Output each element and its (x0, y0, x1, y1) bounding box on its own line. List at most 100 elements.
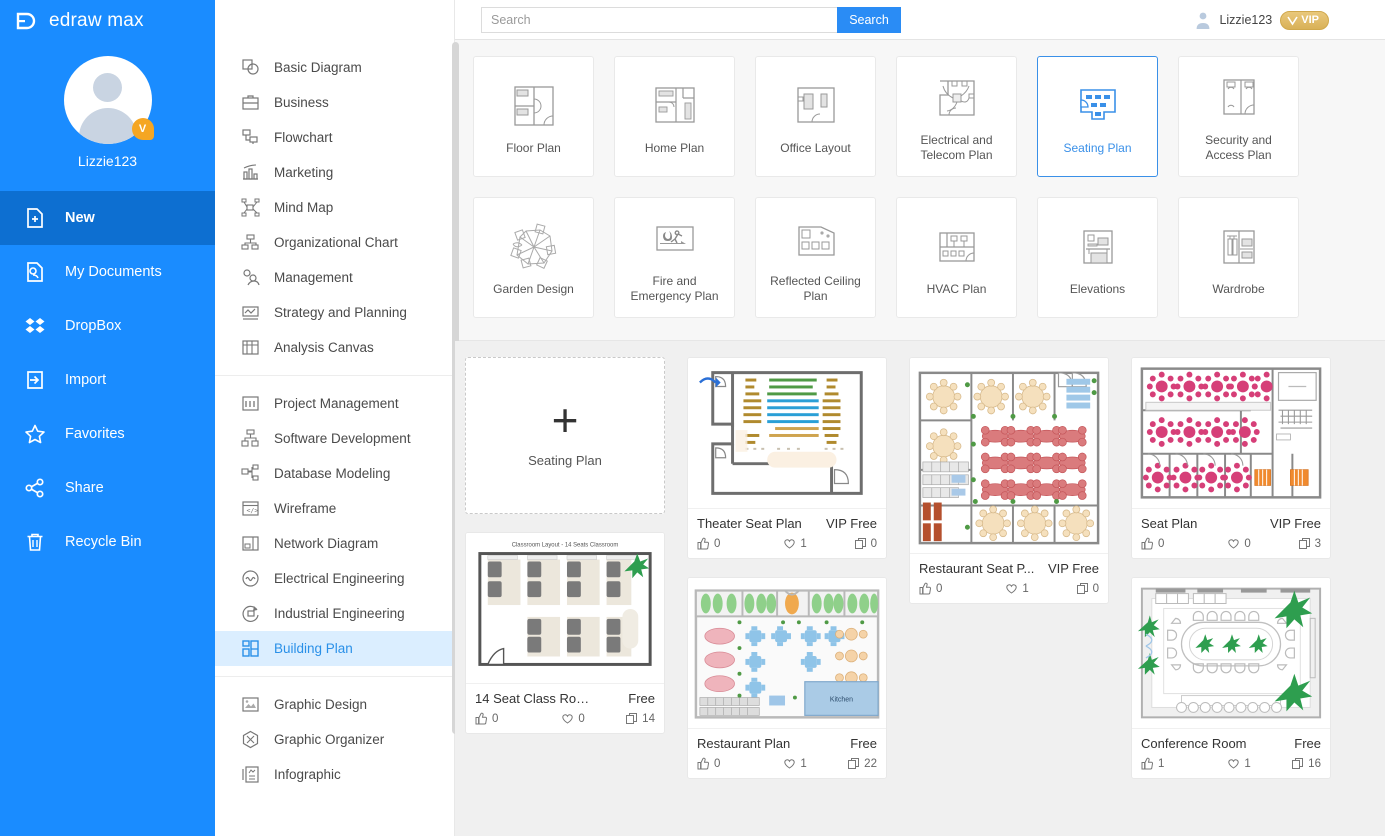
sidebar-item-label: Recycle Bin (65, 534, 142, 550)
template-card-seating-plan[interactable]: Seating Plan (1037, 56, 1158, 177)
category-analysis-canvas[interactable]: Analysis Canvas (215, 330, 454, 365)
sidebar-item-label: DropBox (65, 318, 122, 334)
bar-chart-icon (241, 163, 260, 182)
template-card-hvac-plan[interactable]: HVAC Plan (896, 197, 1017, 318)
thumbs-up-icon (1141, 537, 1154, 550)
category-panel: Basic Diagram Business Flowchart Marketi… (215, 0, 459, 836)
heart-stat[interactable]: 1 (783, 757, 842, 770)
heart-count: 0 (578, 712, 585, 725)
sidebar-item-favorites[interactable]: Favorites (0, 407, 215, 461)
category-industrial-engineering[interactable]: Industrial Engineering (215, 596, 454, 631)
template-label: Wardrobe (1212, 281, 1265, 296)
gallery-card-restaurant-plan[interactable]: Kitchen Restaurant Plan Free 0 1 22 (687, 577, 887, 779)
category-infographic[interactable]: Infographic (215, 757, 454, 792)
heart-stat[interactable]: 0 (561, 712, 620, 725)
category-graphic-organizer[interactable]: Graphic Organizer (215, 722, 454, 757)
kitchen-label: Kitchen (830, 697, 853, 704)
copy-stat[interactable]: 22 (843, 757, 877, 770)
analysis-canvas-icon (241, 338, 260, 357)
category-organizational-chart[interactable]: Organizational Chart (215, 225, 454, 260)
gallery-card-meta: Restaurant Seat P... VIP Free 0 1 0 (910, 553, 1108, 603)
sidebar-item-share[interactable]: Share (0, 461, 215, 515)
electrical-engineering-icon (241, 569, 260, 588)
gallery-column-2: Theater Seat Plan VIP Free 0 1 0 Kitchen… (687, 357, 887, 779)
template-label: Seating Plan (1063, 140, 1132, 155)
search-bar: Search (481, 6, 901, 33)
category-mind-map[interactable]: Mind Map (215, 190, 454, 225)
copy-stat[interactable]: 0 (1065, 582, 1099, 595)
template-card-security-access-plan[interactable]: Security and Access Plan (1178, 56, 1299, 177)
category-building-plan[interactable]: Building Plan (215, 631, 454, 666)
conference-room-thumb (1132, 578, 1330, 728)
gallery-card-restaurant-seat-plan[interactable]: Restaurant Seat P... VIP Free 0 1 0 (909, 357, 1109, 604)
category-basic-diagram[interactable]: Basic Diagram (215, 50, 454, 85)
vip-badge[interactable]: VIP (1280, 10, 1329, 30)
template-card-elevations[interactable]: Elevations (1037, 197, 1158, 318)
sidebar-item-my-documents[interactable]: My Documents (0, 245, 215, 299)
category-marketing[interactable]: Marketing (215, 155, 454, 190)
template-label: Security and Access Plan (1205, 133, 1272, 162)
flowchart-icon (241, 128, 260, 147)
like-stat[interactable]: 0 (1141, 537, 1227, 550)
avatar-wrap[interactable]: V (63, 56, 154, 144)
template-card-reflected-ceiling-plan[interactable]: Reflected Ceiling Plan (755, 197, 876, 318)
like-count: 1 (1158, 757, 1165, 770)
gallery-card-theater-seat-plan[interactable]: Theater Seat Plan VIP Free 0 1 0 (687, 357, 887, 559)
thumbs-up-icon (697, 537, 710, 550)
like-stat[interactable]: 0 (697, 757, 783, 770)
sidebar-item-new[interactable]: New (0, 191, 215, 245)
category-management[interactable]: Management (215, 260, 454, 295)
search-button[interactable]: Search (837, 6, 901, 33)
category-wireframe[interactable]: </> Wireframe (215, 491, 454, 526)
category-network-diagram[interactable]: Network Diagram (215, 526, 454, 561)
org-chart-icon (241, 233, 260, 252)
gallery-card-class-room[interactable]: Classroom Layout - 14 Seats Classroom 14… (465, 532, 665, 734)
template-card-electrical-telecom-plan[interactable]: Electrical and Telecom Plan (896, 56, 1017, 177)
template-card-home-plan[interactable]: Home Plan (614, 56, 735, 177)
template-card-office-layout[interactable]: Office Layout (755, 56, 876, 177)
home-plan-icon (647, 78, 703, 134)
copy-stat[interactable]: 14 (621, 712, 655, 725)
copy-stat[interactable]: 16 (1287, 757, 1321, 770)
template-card-fire-emergency-plan[interactable]: Fire and Emergency Plan (614, 197, 735, 318)
new-blank-seating-plan-card[interactable]: + Seating Plan (465, 357, 665, 514)
fire-emergency-plan-icon (647, 211, 703, 267)
gallery-card-stats: 0 1 22 (697, 757, 877, 770)
heart-stat[interactable]: 0 (1227, 537, 1286, 550)
heart-count: 1 (800, 757, 807, 770)
brand[interactable]: edraw max (0, 0, 215, 42)
category-project-management[interactable]: Project Management (215, 386, 454, 421)
category-graphic-design[interactable]: Graphic Design (215, 687, 454, 722)
copy-stat[interactable]: 0 (843, 537, 877, 550)
template-card-floor-plan[interactable]: Floor Plan (473, 56, 594, 177)
heart-stat[interactable]: 1 (1227, 757, 1286, 770)
garden-design-icon (506, 219, 562, 275)
like-stat[interactable]: 1 (1141, 757, 1227, 770)
category-software-development[interactable]: Software Development (215, 421, 454, 456)
search-input[interactable] (481, 6, 837, 33)
like-stat[interactable]: 0 (697, 537, 783, 550)
copies-icon (625, 712, 638, 725)
category-database-modeling[interactable]: Database Modeling (215, 456, 454, 491)
template-label: Office Layout (780, 140, 851, 155)
category-business[interactable]: Business (215, 85, 454, 120)
heart-stat[interactable]: 1 (1005, 582, 1064, 595)
graphic-design-icon (241, 695, 260, 714)
gallery-card-seat-plan[interactable]: Seat Plan VIP Free 0 0 3 (1131, 357, 1331, 559)
category-electrical-engineering[interactable]: Electrical Engineering (215, 561, 454, 596)
copy-stat[interactable]: 3 (1287, 537, 1321, 550)
like-stat[interactable]: 0 (919, 582, 1005, 595)
sidebar-item-import[interactable]: Import (0, 353, 215, 407)
template-card-wardrobe[interactable]: Wardrobe (1178, 197, 1299, 318)
sidebar-item-dropbox[interactable]: DropBox (0, 299, 215, 353)
template-row-2: Garden Design Fire and Emergency Plan Re… (455, 197, 1385, 318)
category-group-3: Graphic Design Graphic Organizer Infogra… (215, 677, 454, 802)
gallery-card-conference-room[interactable]: Conference Room Free 1 1 16 (1131, 577, 1331, 779)
heart-stat[interactable]: 1 (783, 537, 842, 550)
like-count: 0 (714, 757, 721, 770)
category-strategy-and-planning[interactable]: Strategy and Planning (215, 295, 454, 330)
template-card-garden-design[interactable]: Garden Design (473, 197, 594, 318)
category-flowchart[interactable]: Flowchart (215, 120, 454, 155)
sidebar-item-recycle-bin[interactable]: Recycle Bin (0, 515, 215, 569)
like-stat[interactable]: 0 (475, 712, 561, 725)
